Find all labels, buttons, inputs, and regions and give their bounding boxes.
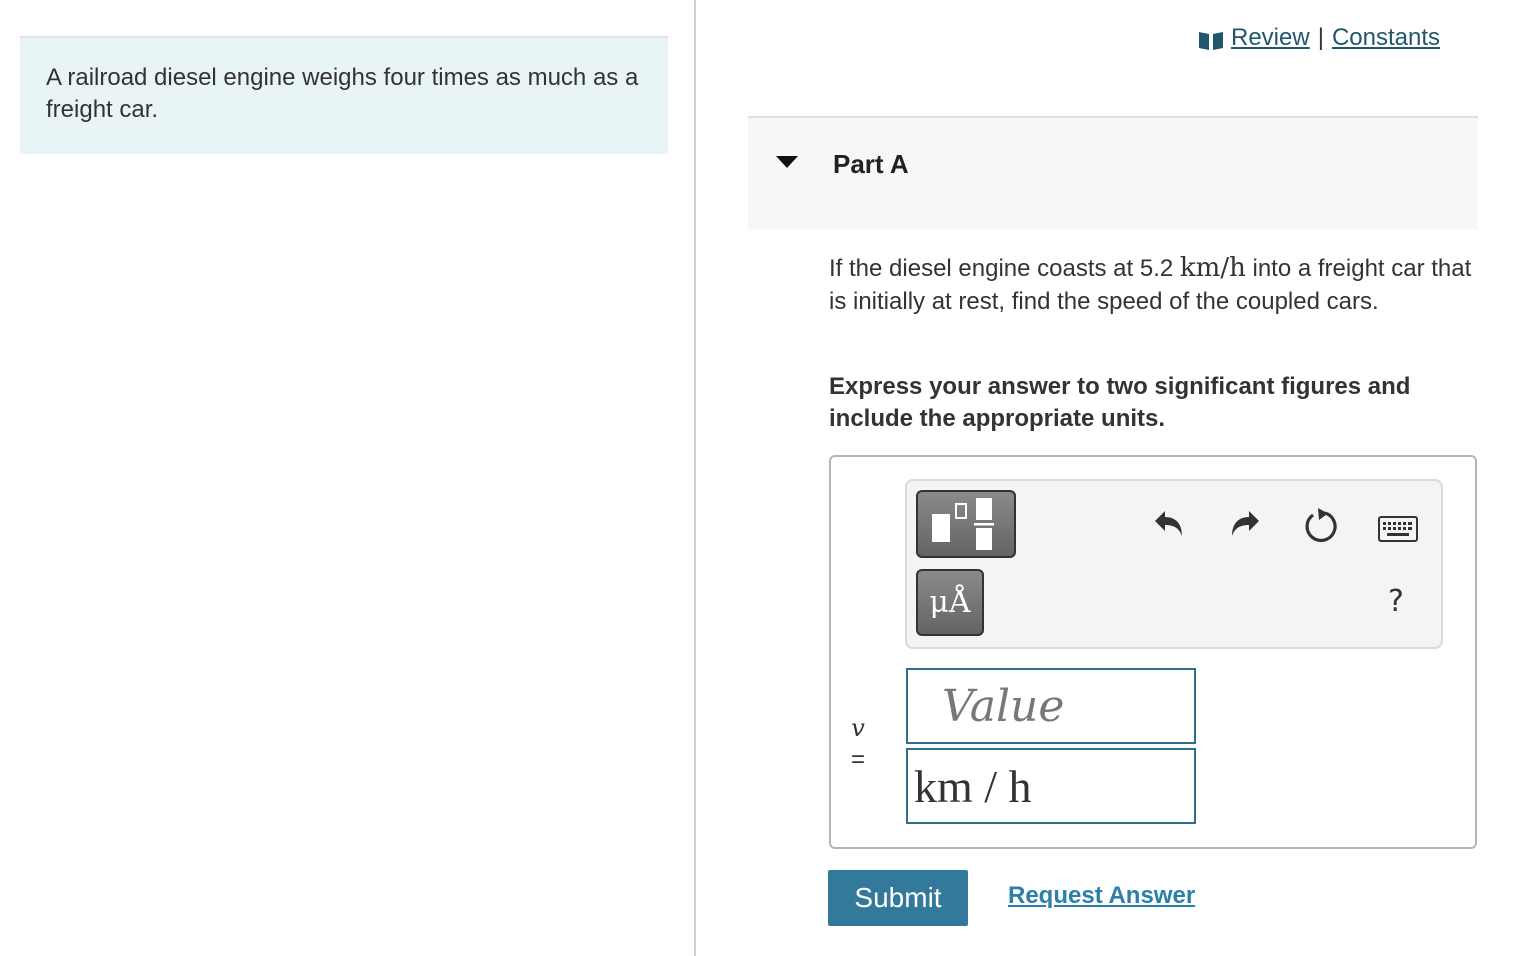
reset-button[interactable] (1302, 506, 1340, 544)
value-input[interactable] (906, 668, 1196, 744)
panel-divider (694, 0, 696, 956)
help-icon[interactable]: ? (1388, 584, 1410, 620)
answer-instruction: Express your answer to two significant f… (829, 373, 1411, 432)
top-links: Review | Constants (1197, 22, 1440, 54)
undo-button[interactable] (1152, 506, 1186, 540)
keyboard-button[interactable] (1378, 515, 1418, 543)
templates-icon (932, 498, 994, 550)
page: A railroad diesel engine weighs four tim… (0, 0, 1528, 956)
question-unit: km/h (1179, 253, 1246, 283)
undo-icon (1155, 511, 1182, 536)
units-button[interactable]: μÅ (916, 569, 984, 636)
part-title: Part A (833, 149, 909, 179)
units-icon: μÅ (929, 585, 971, 620)
redo-button[interactable] (1228, 506, 1262, 540)
templates-button[interactable] (916, 490, 1016, 558)
redo-icon (1232, 511, 1259, 536)
constants-link[interactable]: Constants (1332, 22, 1440, 54)
problem-text: A railroad diesel engine weighs four tim… (46, 64, 639, 123)
units-input[interactable] (906, 748, 1196, 824)
problem-statement: A railroad diesel engine weighs four tim… (20, 38, 668, 154)
question-text: If the diesel engine coasts at 5.2 km/h … (829, 252, 1479, 318)
links-separator: | (1317, 24, 1324, 51)
submit-button[interactable]: Submit (828, 870, 968, 926)
answer-variable: v (851, 714, 865, 742)
review-link[interactable]: Review (1231, 22, 1310, 54)
collapse-caret-icon[interactable] (776, 156, 798, 168)
reset-icon (1305, 508, 1337, 543)
request-answer-link[interactable]: Request Answer (1008, 880, 1195, 912)
question-before: If the diesel engine coasts at 5.2 (829, 255, 1180, 282)
book-icon (1197, 28, 1225, 50)
keyboard-icon (1378, 516, 1418, 542)
equals-sign: = (850, 746, 865, 773)
